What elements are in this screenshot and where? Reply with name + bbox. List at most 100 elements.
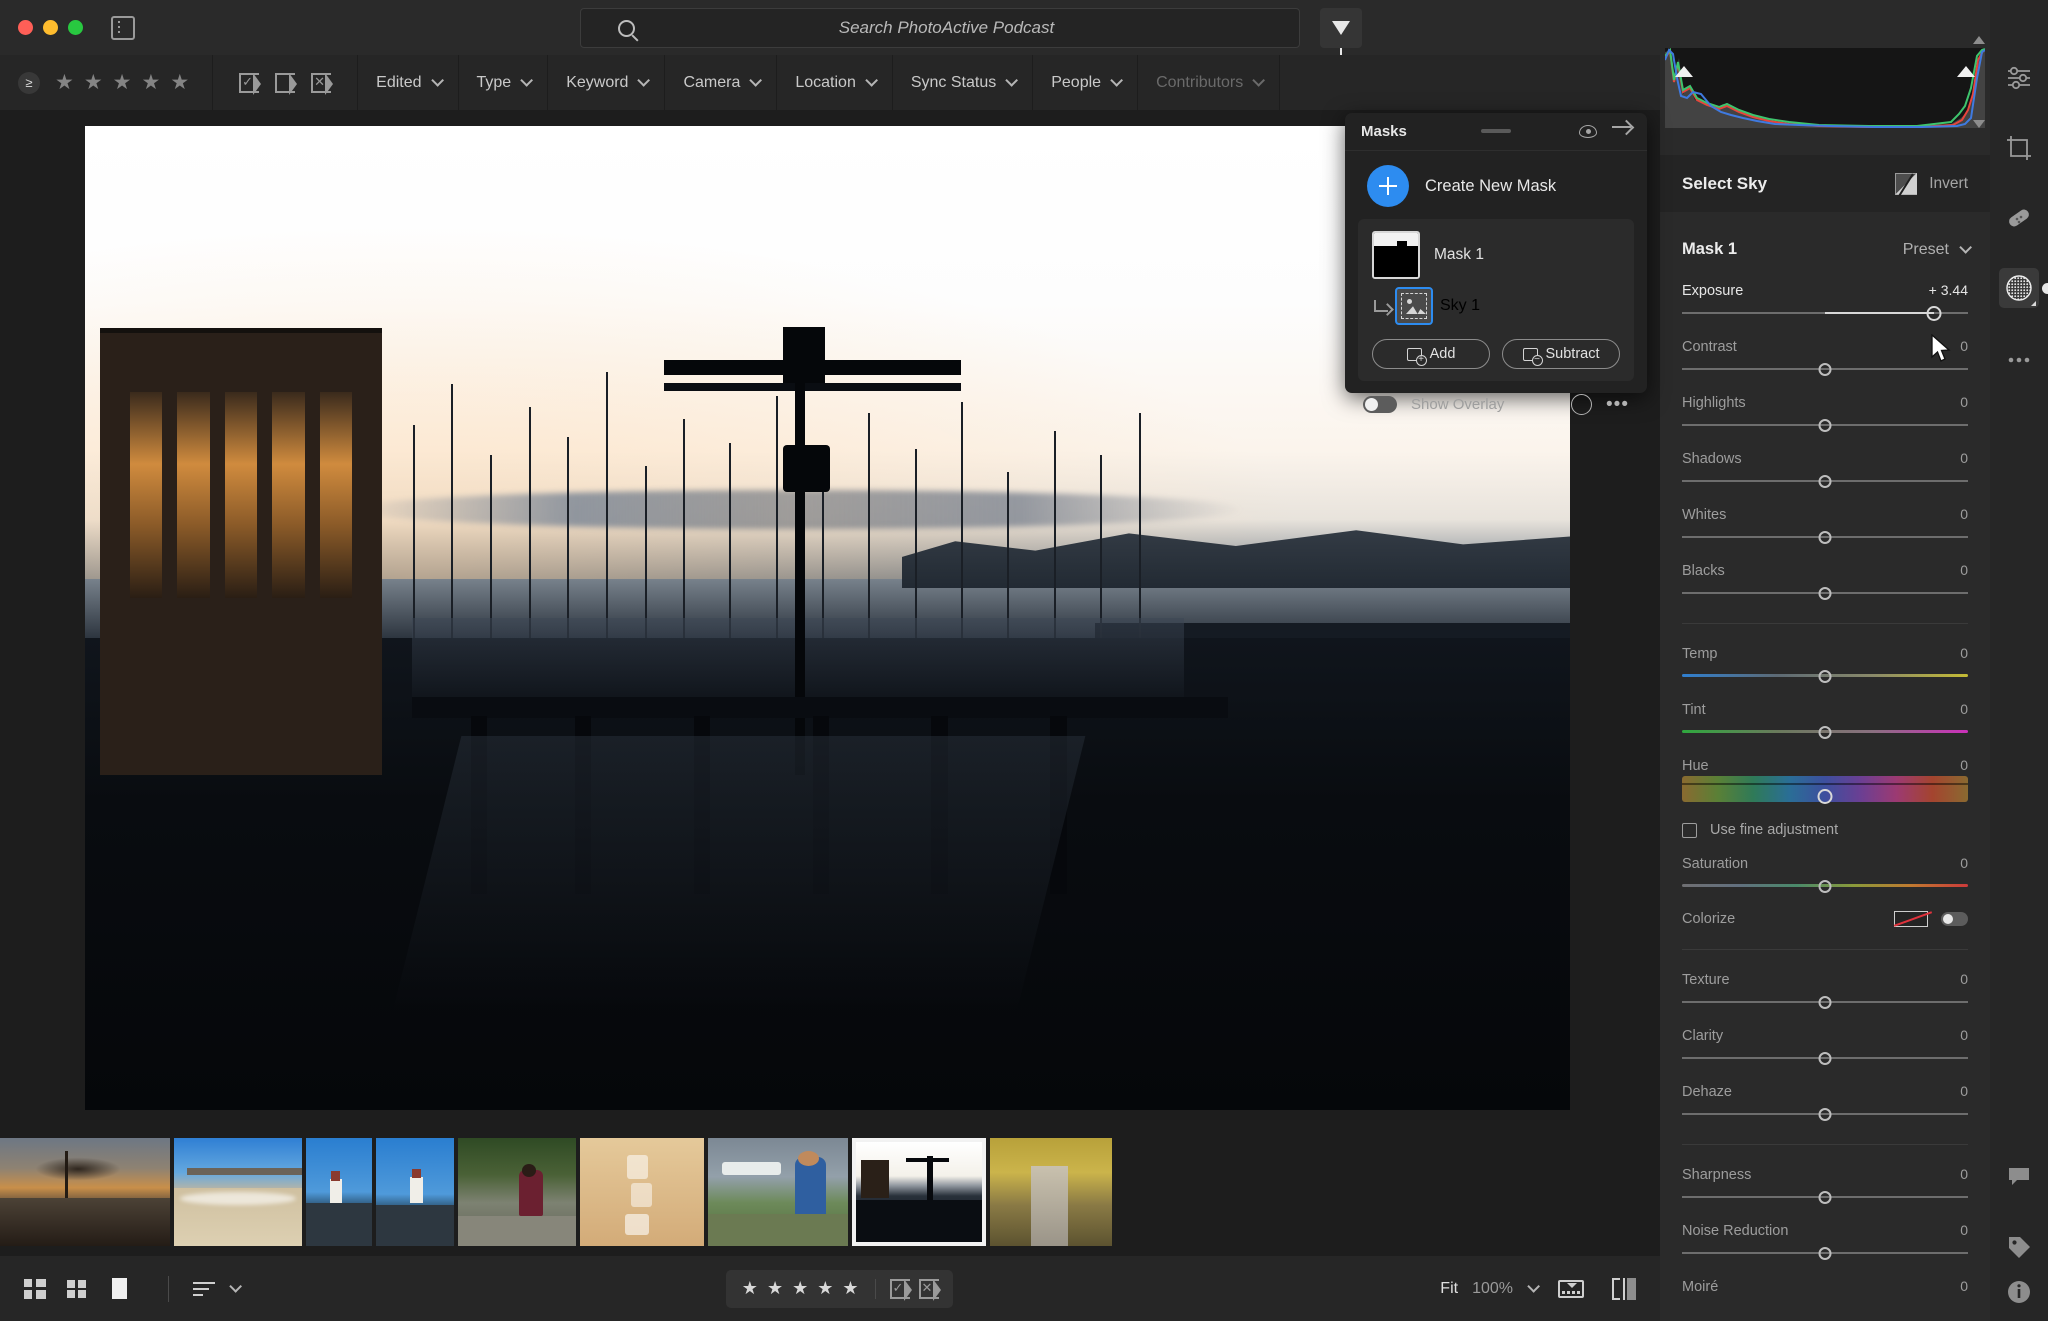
slider-knob[interactable] xyxy=(1818,670,1832,683)
slider-saturation[interactable]: Saturation 0 xyxy=(1682,838,1968,894)
slider-knob[interactable] xyxy=(1817,789,1833,804)
slider-track[interactable] xyxy=(1682,585,1968,601)
window-controls[interactable] xyxy=(18,20,83,35)
slider-track[interactable] xyxy=(1682,473,1968,489)
filter-star-2[interactable]: ★ xyxy=(84,70,103,95)
slider-track[interactable] xyxy=(1682,529,1968,545)
comments-icon[interactable] xyxy=(1999,1155,2039,1195)
thumb-autumn-creek[interactable] xyxy=(990,1138,1112,1246)
arrow-right-icon[interactable] xyxy=(1612,126,1631,128)
filmstrip-toggle-icon[interactable] xyxy=(1558,1279,1584,1298)
minimize-button[interactable] xyxy=(43,20,58,35)
mask-thumbnail[interactable] xyxy=(1372,231,1420,279)
close-button[interactable] xyxy=(18,20,33,35)
use-fine-adjustment-row[interactable]: Use fine adjustment xyxy=(1682,808,1968,838)
filter-menu-type[interactable]: Type xyxy=(459,55,549,110)
crop-icon[interactable] xyxy=(1999,128,2039,168)
healing-brush-icon[interactable] xyxy=(1999,198,2039,238)
slider-exposure[interactable]: Exposure + 3.44 xyxy=(1682,265,1968,321)
search-input[interactable] xyxy=(630,18,1263,38)
thumb-person-creek[interactable] xyxy=(458,1138,576,1246)
create-new-mask-button[interactable]: Create New Mask xyxy=(1345,151,1647,219)
slider-track[interactable] xyxy=(1682,361,1968,377)
colorize-swatch-none[interactable] xyxy=(1894,911,1928,927)
more-options-icon[interactable]: ••• xyxy=(1606,395,1629,414)
compact-grid-icon[interactable] xyxy=(66,1277,90,1301)
flag-picked-icon[interactable]: ✓ xyxy=(889,1278,912,1301)
flag-rejected-icon[interactable]: ✕ xyxy=(918,1278,941,1301)
zoom-percent-label[interactable]: 100% xyxy=(1472,1280,1513,1298)
invert-button[interactable]: Invert xyxy=(1895,172,1968,195)
slider-blacks[interactable]: Blacks 0 xyxy=(1682,545,1968,601)
slider-track[interactable] xyxy=(1682,668,1968,684)
keywords-tag-icon[interactable] xyxy=(1999,1225,2039,1265)
eye-icon[interactable] xyxy=(1579,125,1597,138)
slider-whites[interactable]: Whites 0 xyxy=(1682,489,1968,545)
slider-knob[interactable] xyxy=(1926,306,1942,321)
filter-star-4[interactable]: ★ xyxy=(141,70,160,95)
thumb-beach-pier[interactable] xyxy=(174,1138,302,1246)
flag-rejected-icon[interactable]: ✕ xyxy=(311,72,334,95)
slider-track[interactable] xyxy=(1682,878,1968,894)
masks-panel-header[interactable]: Masks xyxy=(1345,113,1647,151)
zoom-control[interactable]: Fit 100% xyxy=(1440,1277,1636,1300)
filter-menu-location[interactable]: Location xyxy=(777,55,893,110)
info-icon[interactable] xyxy=(1999,1272,2039,1312)
flag-filter[interactable]: ✓ ✕ xyxy=(213,55,359,110)
rating-star-1[interactable]: ★ xyxy=(742,1278,758,1299)
slider-noise-reduction[interactable]: Noise Reduction 0 xyxy=(1682,1205,1968,1261)
slider-knob[interactable] xyxy=(1818,996,1832,1009)
histogram[interactable] xyxy=(1665,48,1985,128)
add-mask-button[interactable]: + Add xyxy=(1372,339,1490,369)
rating-star-5[interactable]: ★ xyxy=(842,1278,858,1299)
slider-sharpness[interactable]: Sharpness 0 xyxy=(1682,1149,1968,1205)
filter-star-1[interactable]: ★ xyxy=(55,70,74,95)
rating-flags[interactable]: ✓ ✕ xyxy=(874,1278,953,1301)
thumb-lighthouse-a[interactable] xyxy=(306,1138,372,1246)
zoom-button[interactable] xyxy=(68,20,83,35)
slider-track[interactable] xyxy=(1682,724,1968,740)
thumb-lighthouse-b[interactable] xyxy=(376,1138,454,1246)
slider-track[interactable] xyxy=(1682,417,1968,433)
filter-button[interactable] xyxy=(1320,8,1362,55)
filmstrip[interactable] xyxy=(0,1128,1660,1256)
filter-menu-camera[interactable]: Camera xyxy=(665,55,778,110)
mask-list-item-mask-1[interactable]: Mask 1 xyxy=(1358,229,1634,281)
rating-operator[interactable]: ≥ xyxy=(18,71,40,94)
rating-star-2[interactable]: ★ xyxy=(767,1278,783,1299)
rating-star-4[interactable]: ★ xyxy=(817,1278,833,1299)
slider-track[interactable] xyxy=(1682,1106,1968,1122)
search-bar[interactable] xyxy=(580,8,1300,48)
slider-knob[interactable] xyxy=(1818,587,1832,600)
subtract-mask-button[interactable]: − Subtract xyxy=(1502,339,1620,369)
slider-track[interactable] xyxy=(1682,1050,1968,1066)
more-icon[interactable] xyxy=(1999,340,2039,380)
overlay-color-circle[interactable] xyxy=(1571,394,1593,415)
sky-select-thumbnail[interactable] xyxy=(1395,287,1433,325)
preset-dropdown[interactable]: Preset xyxy=(1903,241,1972,259)
thumb-glassware-wood[interactable] xyxy=(580,1138,704,1246)
mask-list-item-sky-1[interactable]: Sky 1 xyxy=(1358,281,1634,327)
filter-star-3[interactable]: ★ xyxy=(113,70,132,95)
use-fine-adjustment-checkbox[interactable] xyxy=(1682,822,1697,838)
slider-moire[interactable]: Moiré 0 xyxy=(1682,1261,1968,1295)
filter-menu-people[interactable]: People xyxy=(1033,55,1139,110)
flag-unflagged-icon[interactable] xyxy=(275,72,298,95)
panel-drag-handle[interactable] xyxy=(1481,129,1511,133)
show-overlay-toggle[interactable] xyxy=(1363,396,1397,413)
thumb-marina-crane[interactable] xyxy=(852,1138,986,1246)
thumb-lone-tree-sunset[interactable] xyxy=(0,1138,170,1246)
slider-knob[interactable] xyxy=(1818,1108,1832,1121)
before-after-compare-icon[interactable] xyxy=(1612,1277,1636,1300)
rating-control[interactable]: ★ ★ ★ ★ ★ ✓ ✕ xyxy=(725,1269,953,1308)
flag-picked-icon[interactable]: ✓ xyxy=(239,72,262,95)
filter-menu-keyword[interactable]: Keyword xyxy=(548,55,666,110)
slider-clarity[interactable]: Clarity 0 xyxy=(1682,1010,1968,1066)
slider-hue[interactable]: Hue 0 xyxy=(1682,740,1968,808)
slider-knob[interactable] xyxy=(1818,363,1832,376)
slider-track[interactable] xyxy=(1682,1189,1968,1205)
rating-filter[interactable]: ≥ ★ ★ ★ ★ ★ xyxy=(0,55,214,110)
slider-contrast[interactable]: Contrast 0 xyxy=(1682,321,1968,377)
slider-temp[interactable]: Temp 0 xyxy=(1682,628,1968,684)
slider-track[interactable] xyxy=(1682,1245,1968,1261)
